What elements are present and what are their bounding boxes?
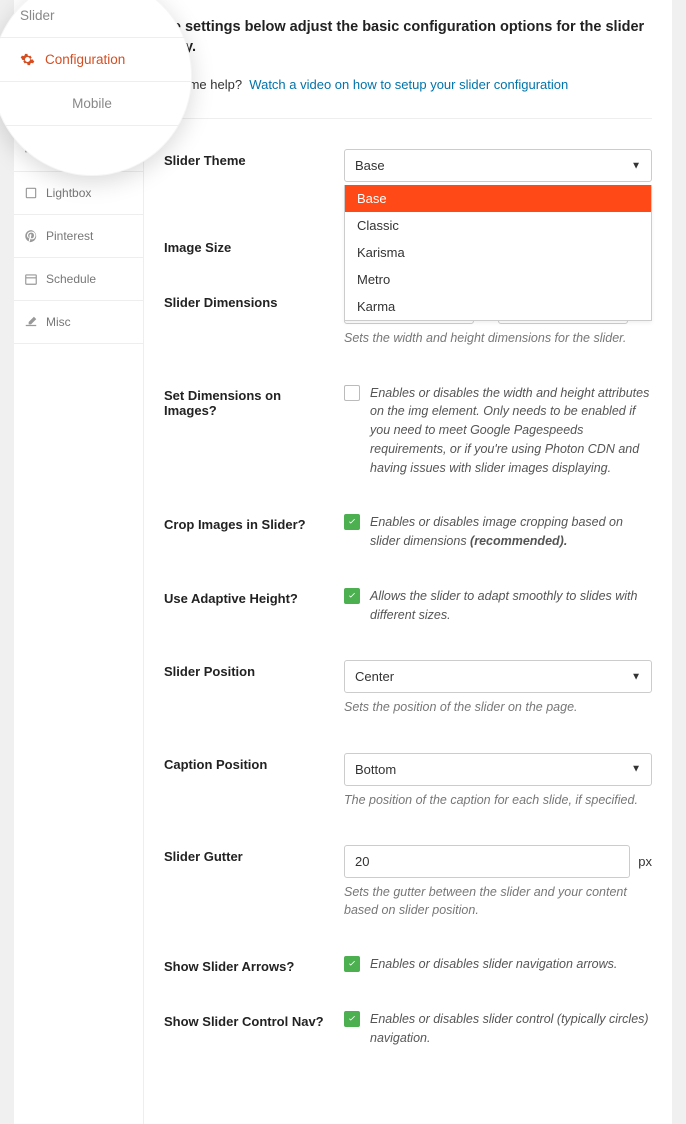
- label-crop-images: Crop Images in Slider?: [164, 513, 324, 532]
- lens-item-slider: Slider: [0, 0, 192, 38]
- label-set-dimensions: Set Dimensions on Images?: [164, 384, 324, 418]
- lens-item-mobile: Mobile: [0, 82, 192, 126]
- dropdown-option[interactable]: Karma: [345, 293, 651, 320]
- dropdown-slider-theme: Base Classic Karisma Metro Karma: [344, 185, 652, 321]
- chevron-down-icon: ▼: [631, 671, 641, 682]
- help-slider-dimensions: Sets the width and height dimensions for…: [344, 330, 652, 348]
- select-caption-position[interactable]: Bottom ▼: [344, 753, 652, 786]
- sidebar-item-pinterest[interactable]: Pinterest: [14, 215, 143, 258]
- lightbox-icon: [24, 186, 38, 200]
- sidebar-item-misc[interactable]: Misc: [14, 301, 143, 344]
- help-slider-gutter: Sets the gutter between the slider and y…: [344, 884, 652, 919]
- select-value: Center: [355, 669, 394, 684]
- help-video-link[interactable]: Watch a video on how to setup your slide…: [249, 77, 568, 92]
- misc-icon: [24, 315, 38, 329]
- desc-set-dimensions: Enables or disables the width and height…: [370, 384, 652, 478]
- lens-label: Mobile: [72, 96, 112, 111]
- select-value: Bottom: [355, 762, 396, 777]
- input-slider-gutter[interactable]: [344, 845, 630, 878]
- dropdown-option[interactable]: Karisma: [345, 239, 651, 266]
- label-show-arrows: Show Slider Arrows?: [164, 955, 324, 974]
- chevron-down-icon: ▼: [631, 160, 641, 171]
- sidebar-item-label: Schedule: [46, 272, 96, 286]
- label-caption-position: Caption Position: [164, 753, 324, 772]
- checkbox-crop-images[interactable]: [344, 514, 360, 530]
- checkbox-show-arrows[interactable]: [344, 956, 360, 972]
- desc-show-arrows: Enables or disables slider navigation ar…: [370, 955, 617, 974]
- lens-label: Slider: [20, 8, 55, 23]
- desc-adaptive-height: Allows the slider to adapt smoothly to s…: [370, 587, 652, 625]
- dropdown-option[interactable]: Classic: [345, 212, 651, 239]
- select-slider-theme[interactable]: Base ▼: [344, 149, 652, 182]
- separator: [164, 118, 652, 119]
- label-show-control-nav: Show Slider Control Nav?: [164, 1010, 324, 1029]
- sidebar-item-label: Pinterest: [46, 229, 93, 243]
- sidebar-item-schedule[interactable]: Schedule: [14, 258, 143, 301]
- label-image-size: Image Size: [164, 236, 324, 255]
- pinterest-icon: [24, 229, 38, 243]
- gear-icon: [20, 52, 35, 67]
- desc-show-control-nav: Enables or disables slider control (typi…: [370, 1010, 652, 1048]
- help-caption-position: The position of the caption for each sli…: [344, 792, 652, 810]
- label-adaptive-height: Use Adaptive Height?: [164, 587, 324, 606]
- schedule-icon: [24, 272, 38, 286]
- lens-label: Configuration: [45, 52, 125, 67]
- lens-item-configuration: Configuration: [0, 38, 192, 82]
- select-value: Base: [355, 158, 385, 173]
- dropdown-option[interactable]: Metro: [345, 266, 651, 293]
- help-slider-position: Sets the position of the slider on the p…: [344, 699, 652, 717]
- sidebar-item-label: Misc: [46, 315, 71, 329]
- label-slider-gutter: Slider Gutter: [164, 845, 324, 864]
- select-slider-position[interactable]: Center ▼: [344, 660, 652, 693]
- dropdown-option[interactable]: Base: [345, 185, 651, 212]
- unit-px: px: [638, 854, 652, 869]
- checkbox-adaptive-height[interactable]: [344, 588, 360, 604]
- sidebar-item-label: Lightbox: [46, 186, 91, 200]
- help-row: d some help? Watch a video on how to set…: [164, 77, 652, 92]
- main-panel: he settings below adjust the basic confi…: [144, 0, 672, 1124]
- label-slider-theme: Slider Theme: [164, 149, 324, 168]
- checkbox-show-control-nav[interactable]: [344, 1011, 360, 1027]
- desc-crop-images: Enables or disables image cropping based…: [370, 513, 652, 551]
- chevron-down-icon: ▼: [631, 764, 641, 775]
- page-title: he settings below adjust the basic confi…: [164, 18, 652, 57]
- label-slider-dimensions: Slider Dimensions: [164, 291, 324, 310]
- checkbox-set-dimensions[interactable]: [344, 385, 360, 401]
- sidebar-item-lightbox[interactable]: Lightbox: [14, 172, 143, 215]
- label-slider-position: Slider Position: [164, 660, 324, 679]
